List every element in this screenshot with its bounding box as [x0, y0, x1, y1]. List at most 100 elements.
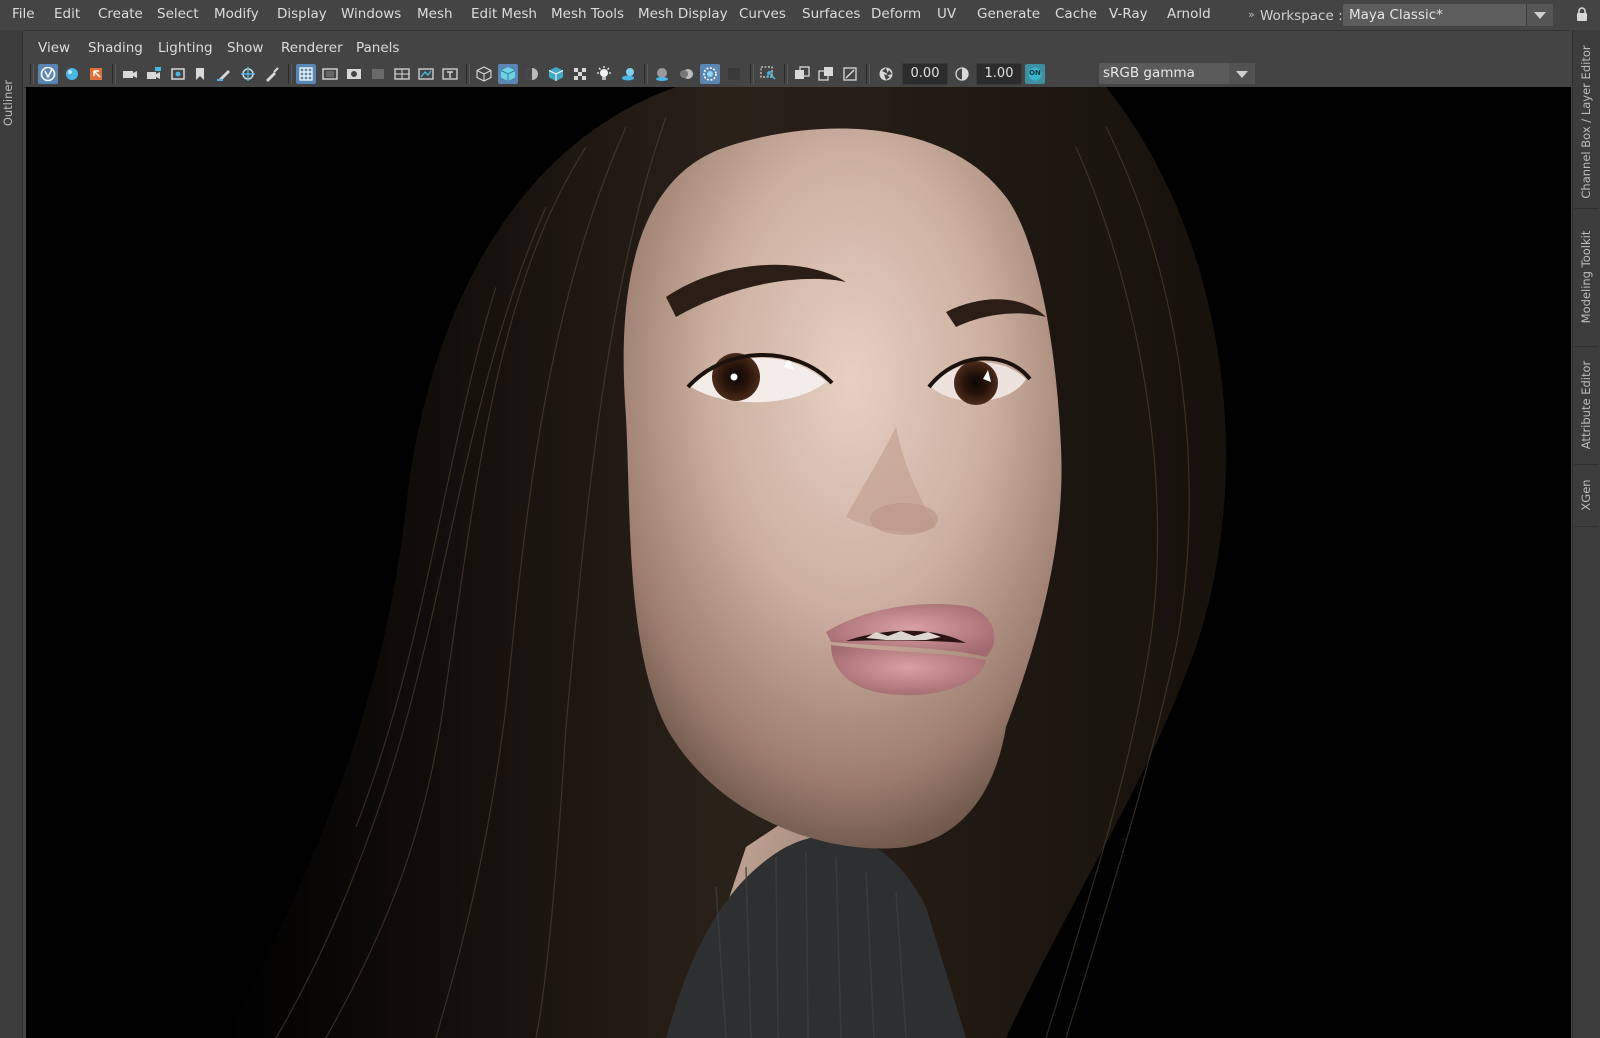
panel-menu-view[interactable]: View [38, 40, 70, 56]
panel-menubar: View Shading Lighting Show Renderer Pane… [24, 30, 1570, 61]
toolbar-separator [466, 64, 470, 84]
viewport-render-image [26, 87, 1571, 1038]
safe-action-button[interactable] [416, 64, 436, 84]
toolbar-separator [30, 64, 34, 84]
menu-file[interactable]: File [12, 6, 35, 22]
camera-image-plane-button[interactable] [168, 64, 188, 84]
xray-joints-icon [843, 67, 857, 81]
toolbar-separator [288, 64, 292, 84]
toolbar-separator [644, 64, 648, 84]
panel-menu-panels[interactable]: Panels [356, 40, 399, 56]
ambient-occlusion-icon [656, 68, 668, 81]
resolution-gate-button[interactable] [344, 64, 364, 84]
color-management-badge: ON [1029, 69, 1041, 77]
menu-windows[interactable]: Windows [341, 6, 401, 22]
menu-modify[interactable]: Modify [214, 6, 259, 22]
film-gate-button[interactable] [320, 64, 340, 84]
menu-surfaces[interactable]: Surfaces [802, 6, 860, 22]
anti-aliasing-icon [703, 67, 717, 81]
main-menubar: File Edit Create Select Modify Display W… [0, 0, 1600, 30]
brush-icon [266, 67, 279, 82]
pencil-icon [217, 70, 230, 81]
color-management-toggle[interactable]: ON [1025, 64, 1045, 84]
tab-attribute-editor[interactable]: Attribute Editor [1574, 346, 1598, 465]
gate-mask-toggle-button[interactable] [368, 64, 388, 84]
menu-arnold[interactable]: Arnold [1167, 6, 1211, 22]
color-space-select[interactable]: sRGB gamma [1099, 63, 1255, 84]
isolate-select-button[interactable] [758, 64, 778, 84]
workspace-select[interactable]: Maya Classic* [1343, 4, 1553, 26]
xray-joints-button[interactable] [840, 64, 860, 84]
tab-attribute-editor-label: Attribute Editor [1579, 360, 1593, 450]
xray-button[interactable] [792, 64, 812, 84]
wireframe-cube-icon [476, 66, 492, 82]
chevron-right-icon[interactable]: » [1248, 8, 1255, 21]
select-camera-icon [40, 66, 56, 82]
menu-edit[interactable]: Edit [54, 6, 80, 22]
gate-mask-button[interactable] [238, 64, 258, 84]
exposure-field[interactable]: 0.00 [902, 63, 948, 85]
motion-blur-button[interactable] [676, 64, 696, 84]
camera-button[interactable] [120, 64, 140, 84]
grease-pencil-button[interactable] [214, 64, 234, 84]
menu-curves[interactable]: Curves [739, 6, 786, 22]
wireframe-button[interactable] [474, 64, 494, 84]
lock-icon[interactable] [1576, 7, 1588, 21]
menu-mesh[interactable]: Mesh [417, 6, 453, 22]
cursor-arrow-icon [90, 68, 102, 80]
select-camera-button[interactable] [38, 64, 58, 84]
camera-attributes-button[interactable] [86, 64, 106, 84]
viewport-toolbar: 0.00 1.00 ON sRGB gamma [24, 60, 1570, 88]
gamma-field[interactable]: 1.00 [976, 63, 1022, 85]
toolbar-separator [112, 64, 116, 84]
menu-uv[interactable]: UV [937, 6, 956, 22]
bookmark-camera-button[interactable] [144, 64, 164, 84]
panel-menu-renderer[interactable]: Renderer [281, 40, 343, 56]
menu-mesh-display[interactable]: Mesh Display [638, 6, 728, 22]
field-chart-button[interactable] [392, 64, 412, 84]
menu-create[interactable]: Create [98, 6, 143, 22]
tab-outliner[interactable]: Outliner [1, 78, 19, 130]
use-all-lights-button[interactable] [594, 64, 614, 84]
viewport-panel[interactable] [26, 87, 1571, 1038]
workspace-dropdown-button[interactable] [1526, 4, 1553, 26]
isolate-select-icon [760, 66, 776, 80]
menu-mesh-tools[interactable]: Mesh Tools [551, 6, 624, 22]
tab-xgen[interactable]: XGen [1574, 464, 1598, 527]
safe-title-button[interactable] [440, 64, 460, 84]
smooth-shade-button[interactable] [498, 64, 518, 84]
tab-modeling-toolkit[interactable]: Modeling Toolkit [1574, 208, 1598, 347]
default-material-button[interactable] [522, 64, 542, 84]
xray-active-button[interactable] [816, 64, 836, 84]
menu-select[interactable]: Select [157, 6, 199, 22]
menu-deform[interactable]: Deform [871, 6, 921, 22]
exposure-button[interactable] [876, 64, 896, 84]
screen-space-ao-button[interactable] [652, 64, 672, 84]
color-space-dropdown-button[interactable] [1229, 63, 1255, 84]
menu-edit-mesh[interactable]: Edit Mesh [471, 6, 537, 22]
grid-button[interactable] [296, 64, 316, 84]
gamma-button[interactable] [952, 64, 972, 84]
checker-icon [574, 68, 586, 80]
menu-display[interactable]: Display [277, 6, 327, 22]
depth-of-field-button[interactable] [724, 64, 744, 84]
motion-blur-icon [680, 69, 693, 79]
menu-generate[interactable]: Generate [977, 6, 1040, 22]
tab-channel-box-label: Channel Box / Layer Editor [1579, 45, 1593, 199]
menu-vray[interactable]: V-Ray [1109, 6, 1148, 22]
wireframe-on-shaded-button[interactable] [546, 64, 566, 84]
tab-channel-box[interactable]: Channel Box / Layer Editor [1574, 36, 1598, 209]
2d-pan-zoom-button[interactable] [262, 64, 282, 84]
panel-menu-show[interactable]: Show [227, 40, 263, 56]
color-space-value: sRGB gamma [1103, 65, 1195, 81]
anti-aliasing-button[interactable] [700, 64, 720, 84]
camera-bookmark-icon [147, 67, 161, 79]
panel-menu-lighting[interactable]: Lighting [158, 40, 213, 56]
lock-camera-button[interactable] [62, 64, 82, 84]
shadows-button[interactable] [618, 64, 638, 84]
bookmark-button[interactable] [190, 64, 210, 84]
shadow-icon [622, 68, 634, 81]
menu-cache[interactable]: Cache [1055, 6, 1097, 22]
panel-menu-shading[interactable]: Shading [88, 40, 143, 56]
textured-button[interactable] [570, 64, 590, 84]
